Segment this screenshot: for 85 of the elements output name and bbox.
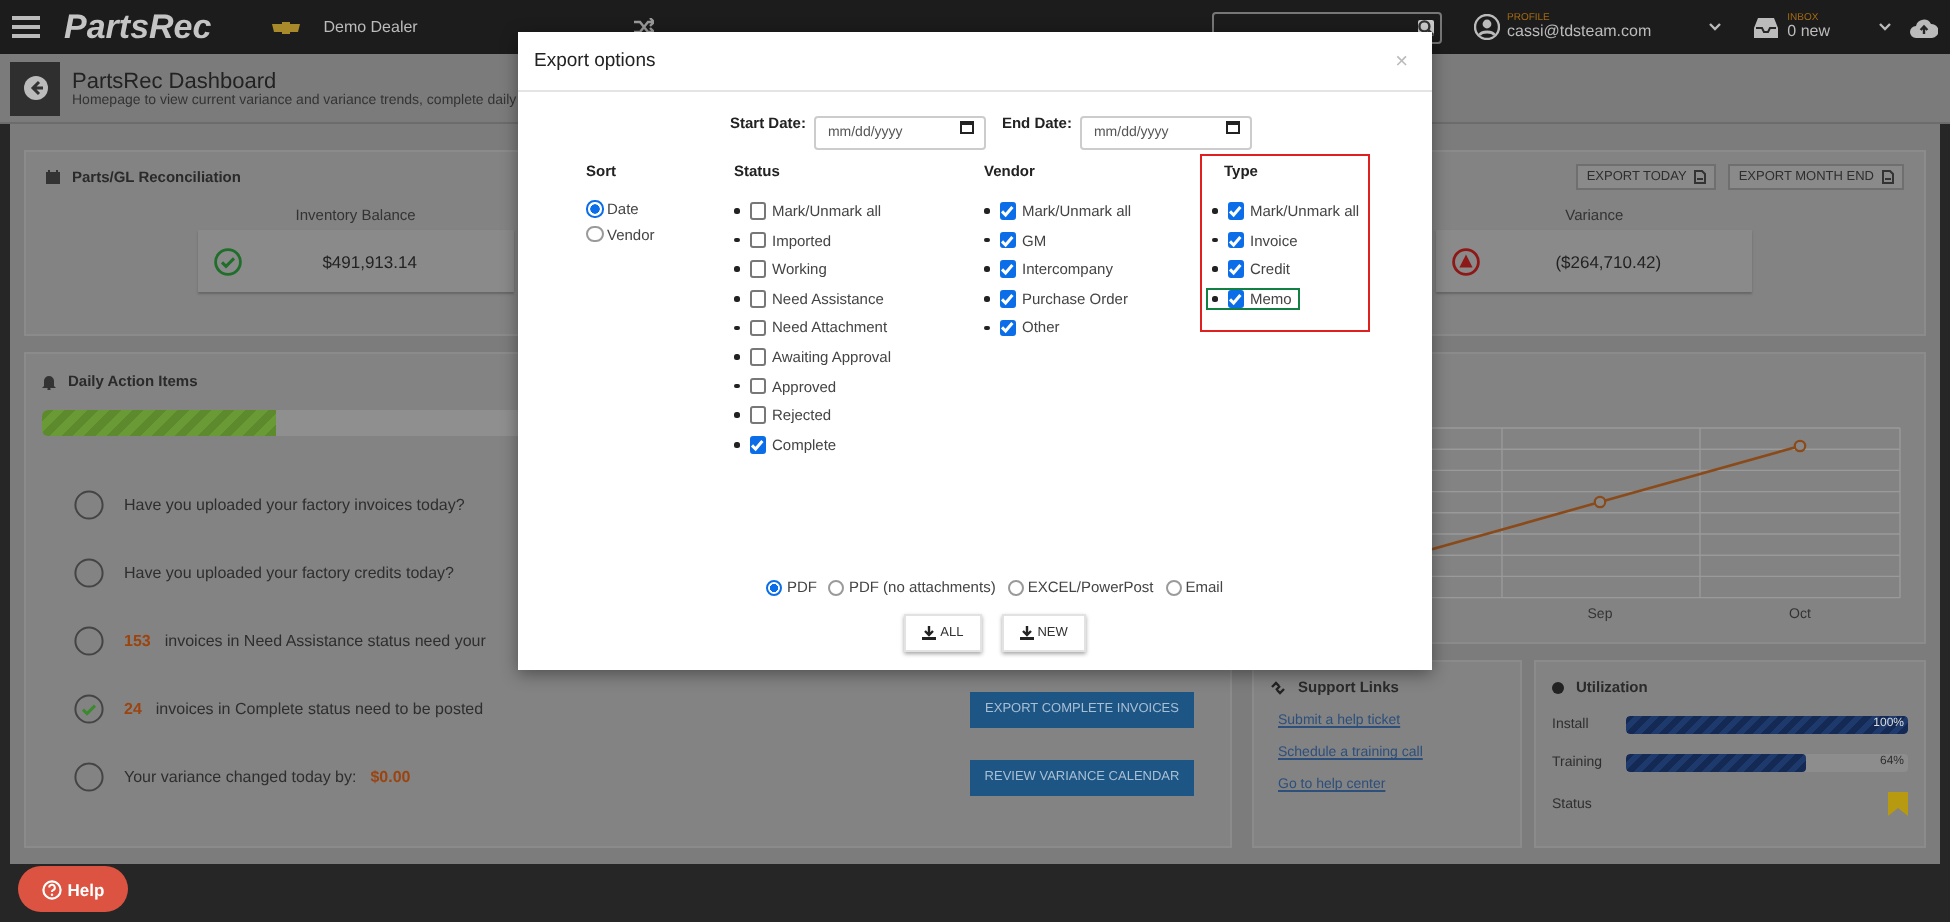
bullet-dot [734,266,739,272]
checkbox[interactable] [749,406,766,424]
bullet-dot [734,354,739,360]
bullet-dot [1212,208,1217,214]
dealer-name[interactable]: Demo Dealer [323,18,418,36]
bullet-dot [734,208,739,214]
cloud-upload-icon[interactable] [1910,17,1938,37]
menu-icon[interactable] [12,16,40,38]
bullet-dot [984,237,989,243]
checkbox[interactable] [999,260,1016,278]
data-point [1793,439,1807,453]
checkbox[interactable] [1227,202,1244,220]
bell-icon [42,373,56,389]
download-icon [1019,626,1034,640]
file-icon [1694,170,1707,184]
inbox-icon[interactable] [1753,17,1778,37]
checkbox[interactable] [749,377,766,395]
checkbox[interactable] [1227,260,1244,278]
radio-button[interactable] [586,225,603,243]
bowtie-icon [271,21,300,33]
checkbox[interactable] [999,290,1016,308]
back-button[interactable] [10,61,60,115]
checkbox[interactable] [1227,290,1244,308]
help-button[interactable]: Help [18,866,128,912]
radio-button[interactable] [1165,579,1182,595]
bullet-dot [734,296,739,302]
bullet-dot [734,325,739,331]
calendar-icon [46,170,60,184]
app-logo[interactable]: PartsRec [64,7,212,47]
bullet-dot [984,266,989,272]
dialog-title: Export options [534,50,656,72]
checkbox[interactable] [749,348,766,366]
caret-icon[interactable] [1878,22,1892,32]
action-text: Have you uploaded your factory credits today? [124,564,454,582]
radio-button[interactable] [1007,579,1024,595]
checkbox[interactable] [1227,231,1244,249]
shuffle-icon[interactable] [633,18,654,36]
bullet-dot [1212,237,1217,243]
warning-icon [1452,247,1481,275]
variance-amount: $0.00 [370,768,411,786]
download-icon [922,626,937,640]
inbox-count[interactable]: 0 new [1787,24,1830,40]
data-point [1593,495,1607,509]
checkbox[interactable] [749,319,766,337]
calendar-icon[interactable] [959,120,974,134]
bookmark-icon [1888,792,1908,816]
check-circle-icon [213,247,242,275]
checkbox[interactable] [999,202,1016,220]
item-count: 153 [124,632,151,650]
arrow-left-icon [23,76,47,100]
dot-icon [1552,681,1564,693]
bullet-dot [734,237,739,243]
bullet-dot [734,383,739,389]
checkbox[interactable] [749,260,766,278]
bullet-dot [984,208,989,214]
checkbox[interactable] [749,290,766,308]
bullet-dot [984,296,989,302]
action-text: invoices in Need Assistance status need your [164,632,486,650]
caret-icon[interactable] [1707,22,1722,32]
checkbox[interactable] [749,436,766,453]
bullet-dot [984,325,989,331]
calendar-icon[interactable] [1225,120,1240,134]
radio-button[interactable] [586,200,603,218]
checkbox[interactable] [749,231,766,249]
profile-email[interactable]: cassi@tdsteam.com [1507,24,1652,40]
bullet-dot [734,412,739,418]
card-value: $491,913.14 [320,251,419,271]
action-text: Your variance changed today by: [124,768,357,786]
file-icon [1882,170,1894,184]
page-title: PartsRec Dashboard [72,69,279,93]
card-value: ($264,710.42) [1553,251,1664,271]
link-icon [1270,679,1286,695]
question-icon [41,879,62,899]
checkbox[interactable] [999,319,1016,337]
user-icon[interactable] [1473,14,1499,40]
bullet-dot [1212,266,1217,272]
bullet-dot [734,442,739,447]
item-count: 24 [124,700,142,718]
bullet-dot [1212,296,1217,302]
checkbox[interactable] [749,202,766,220]
checkbox[interactable] [999,231,1016,249]
radio-button[interactable] [766,579,783,595]
action-text: Have you uploaded your factory invoices today? [124,496,465,514]
radio-button[interactable] [828,579,845,595]
action-text: invoices in Complete status need to be posted [155,700,484,718]
